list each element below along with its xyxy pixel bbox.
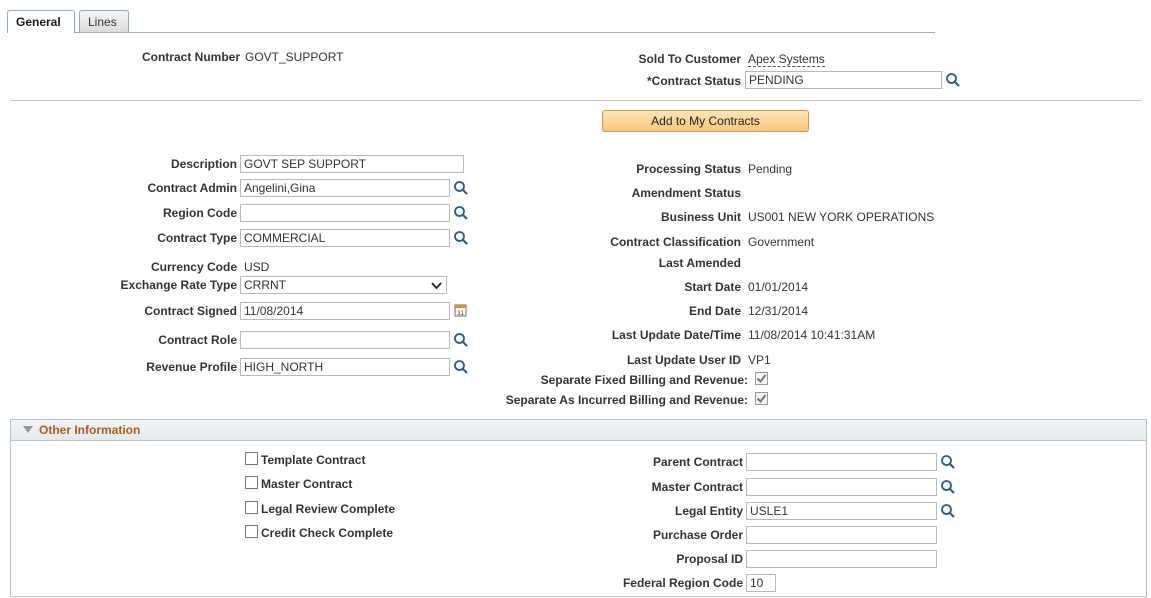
lookup-icon[interactable] <box>453 359 469 375</box>
master-contract-checkbox-label: Master Contract <box>261 477 353 491</box>
last-update-user-value: VP1 <box>748 353 771 367</box>
federal-region-code-label: Federal Region Code <box>622 576 743 590</box>
contract-role-label: Contract Role <box>158 333 237 347</box>
purchase-order-label: Purchase Order <box>652 528 743 542</box>
template-contract-label: Template Contract <box>261 453 366 467</box>
lookup-icon[interactable] <box>940 479 956 495</box>
calendar-icon[interactable]: 31 <box>453 302 469 318</box>
chevron-down-icon <box>431 282 442 290</box>
divider <box>10 100 1142 101</box>
credit-check-complete-label: Credit Check Complete <box>261 526 394 540</box>
end-date-label: End Date <box>688 304 741 318</box>
region-code-field[interactable] <box>240 204 450 222</box>
start-date-label: Start Date <box>684 280 741 294</box>
business-unit-value: US001 NEW YORK OPERATIONS <box>748 210 935 224</box>
template-contract-checkbox[interactable] <box>245 452 258 465</box>
proposal-id-label: Proposal ID <box>676 552 743 566</box>
contract-type-label: Contract Type <box>157 231 237 245</box>
separate-fixed-billing-label: Separate Fixed Billing and Revenue: <box>540 373 748 387</box>
credit-check-complete-checkbox[interactable] <box>245 525 258 538</box>
last-update-user-label: Last Update User ID <box>626 353 741 367</box>
tab-general[interactable]: General <box>7 10 75 33</box>
checkmark-icon <box>756 374 767 384</box>
lookup-icon[interactable] <box>453 205 469 221</box>
add-to-my-contracts-button[interactable]: Add to My Contracts <box>602 110 809 132</box>
start-date-value: 01/01/2014 <box>748 280 809 294</box>
currency-code-value: USD <box>244 260 270 274</box>
master-contract-checkbox[interactable] <box>245 476 258 489</box>
lookup-icon[interactable] <box>453 180 469 196</box>
lookup-icon[interactable] <box>940 454 956 470</box>
lookup-icon[interactable] <box>940 503 956 519</box>
contract-classification-label: Contract Classification <box>610 235 741 249</box>
legal-review-complete-label: Legal Review Complete <box>261 502 396 516</box>
other-information-title: Other Information <box>39 423 141 437</box>
legal-entity-label: Legal Entity <box>674 504 743 518</box>
region-code-label: Region Code <box>163 206 237 220</box>
revenue-profile-field[interactable]: HIGH_NORTH <box>240 358 450 376</box>
currency-code-label: Currency Code <box>150 260 237 274</box>
contract-number-value: GOVT_SUPPORT <box>245 50 344 64</box>
contract-status-label: *Contract Status <box>646 74 741 88</box>
business-unit-label: Business Unit <box>660 210 741 224</box>
svg-text:31: 31 <box>457 311 464 317</box>
contract-classification-value: Government <box>748 235 815 249</box>
contract-admin-field[interactable]: Angelini,Gina <box>240 179 450 197</box>
processing-status-value: Pending <box>748 162 793 176</box>
last-update-datetime-label: Last Update Date/Time <box>611 328 741 342</box>
separate-incurred-billing-label: Separate As Incurred Billing and Revenue… <box>505 393 748 407</box>
exchange-rate-type-label: Exchange Rate Type <box>120 278 237 292</box>
legal-entity-field[interactable]: USLE1 <box>746 502 937 520</box>
contract-number-label: Contract Number <box>141 50 240 64</box>
separate-incurred-billing-checkbox <box>755 392 768 405</box>
legal-review-complete-checkbox[interactable] <box>245 501 258 514</box>
contract-role-field[interactable] <box>240 331 450 349</box>
federal-region-code-field[interactable]: 10 <box>746 574 776 592</box>
description-label: Description <box>170 157 237 171</box>
other-information-header[interactable]: Other Information <box>10 419 1147 441</box>
processing-status-label: Processing Status <box>636 162 741 176</box>
exchange-rate-type-value: CRRNT <box>244 278 286 292</box>
master-contract-field[interactable] <box>746 478 937 496</box>
tab-bar: General Lines <box>7 10 935 33</box>
contract-signed-field[interactable]: 11/08/2014 <box>240 302 450 320</box>
exchange-rate-type-select[interactable]: CRRNT <box>240 276 447 294</box>
parent-contract-field[interactable] <box>746 453 937 471</box>
collapse-triangle-icon <box>23 426 33 433</box>
master-contract-label: Master Contract <box>651 480 743 494</box>
tab-lines[interactable]: Lines <box>79 10 129 32</box>
amendment-status-label: Amendment Status <box>631 186 741 200</box>
sold-to-customer-label: Sold To Customer <box>638 52 741 66</box>
contract-signed-label: Contract Signed <box>144 304 237 318</box>
purchase-order-field[interactable] <box>746 526 937 544</box>
parent-contract-label: Parent Contract <box>652 455 743 469</box>
other-information-panel <box>10 440 1147 597</box>
contract-type-field[interactable]: COMMERCIAL <box>240 229 450 247</box>
contract-status-field[interactable]: PENDING <box>745 71 942 89</box>
proposal-id-field[interactable] <box>746 550 937 568</box>
lookup-icon[interactable] <box>453 332 469 348</box>
separate-fixed-billing-checkbox <box>755 372 768 385</box>
last-update-datetime-value: 11/08/2014 10:41:31AM <box>748 328 876 342</box>
end-date-value: 12/31/2014 <box>748 304 809 318</box>
lookup-icon[interactable] <box>453 230 469 246</box>
checkmark-icon <box>756 394 767 404</box>
revenue-profile-label: Revenue Profile <box>146 360 237 374</box>
contract-admin-label: Contract Admin <box>147 181 237 195</box>
sold-to-customer-link[interactable]: Apex Systems <box>748 52 825 67</box>
lookup-icon[interactable] <box>945 72 961 88</box>
description-field[interactable]: GOVT SEP SUPPORT <box>240 155 464 173</box>
last-amended-label: Last Amended <box>658 256 741 270</box>
